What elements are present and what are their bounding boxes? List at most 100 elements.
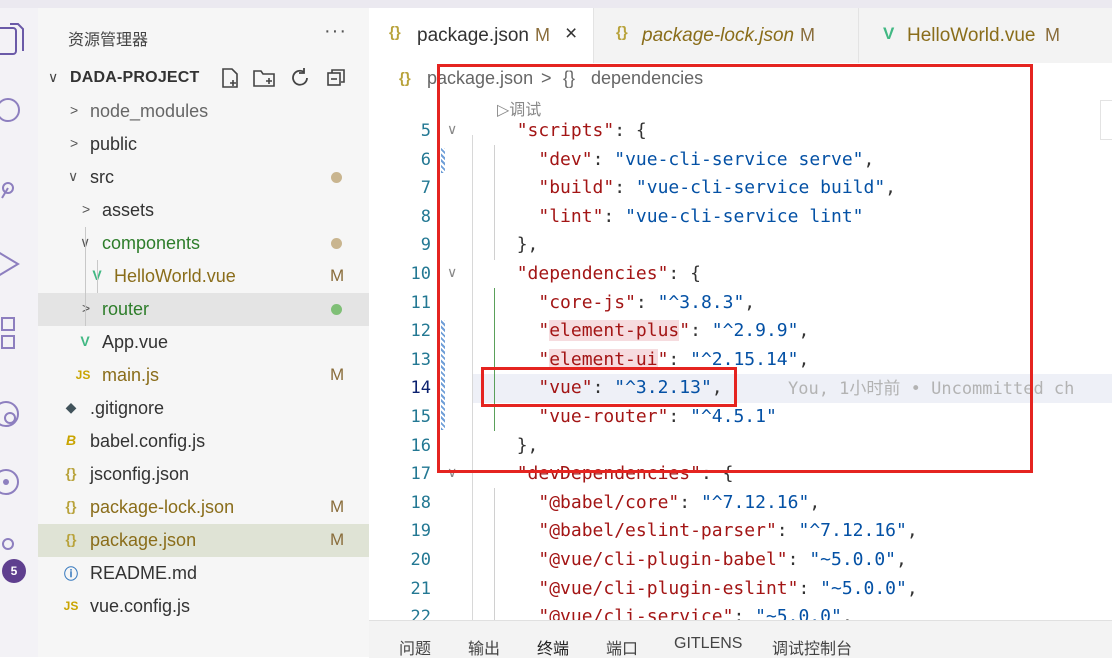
tree-item-label: node_modules	[90, 101, 209, 121]
tree-item-label: .gitignore	[90, 398, 165, 418]
chevron-right-icon: >	[82, 300, 91, 316]
line-number: 20	[410, 550, 431, 570]
editor-tabs: {} package.json M × {} package-lock.json…	[369, 8, 1112, 63]
info-icon: ⓘ	[64, 566, 78, 582]
title-strip	[0, 0, 1112, 8]
tab-package-lock-json[interactable]: {} package-lock.json M	[594, 8, 859, 63]
tab-package-json[interactable]: {} package.json M ×	[369, 8, 594, 63]
annotation-box-large	[437, 64, 1033, 473]
tree-item-label: components	[102, 233, 201, 253]
line-number: 18	[410, 492, 431, 513]
close-icon[interactable]: ×	[565, 22, 577, 46]
notification-badge: 5	[2, 559, 26, 583]
tree-item-helloworld-vue[interactable]: V HelloWorld.vue M	[38, 260, 369, 293]
json-file-icon: {}	[389, 24, 401, 41]
tab-label: package.json	[417, 25, 529, 46]
line-number: 17	[410, 464, 431, 485]
modified-status: M	[330, 530, 345, 549]
tree-item-package-lock[interactable]: {} package-lock.json M	[38, 491, 369, 524]
chevron-down-icon: ∨	[68, 168, 79, 184]
tree-item-label: HelloWorld.vue	[114, 266, 236, 286]
tree-item-app-vue[interactable]: V App.vue	[38, 326, 369, 359]
panel-bar: 问题 输出 终端 端口 GITLENS 调试控制台	[369, 620, 1112, 658]
code-line: 21 "@vue/cli-plugin-eslint": "~5.0.0",	[369, 575, 1112, 604]
search-icon[interactable]	[0, 94, 38, 134]
line-number: 15	[410, 407, 431, 427]
tree-item-babel-config[interactable]: B babel.config.js	[38, 425, 369, 458]
source-control-icon[interactable]	[0, 168, 38, 208]
panel-tab-debug-console[interactable]: 调试控制台	[772, 635, 852, 659]
line-number: 8	[420, 206, 431, 227]
remote-icon[interactable]	[0, 392, 38, 432]
tree-item-assets[interactable]: > assets	[38, 194, 369, 227]
code-text: "@vue/cli-plugin-babel": "~5.0.0",	[538, 549, 907, 570]
line-number: 9	[420, 235, 431, 256]
code-line: 22 "@vue/cli-service": "~5.0.0",	[369, 603, 1112, 620]
minimap-toggle[interactable]	[1100, 100, 1112, 140]
json-file-icon: {}	[65, 498, 77, 514]
gitlens-icon[interactable]	[0, 462, 38, 502]
panel-tab-problems[interactable]: 问题	[399, 635, 431, 659]
files-icon[interactable]	[0, 22, 38, 62]
refresh-icon[interactable]	[288, 66, 312, 90]
tree-item-src[interactable]: ∨ src	[38, 161, 369, 194]
new-folder-icon[interactable]	[252, 66, 276, 90]
line-number: 5	[420, 121, 431, 141]
untracked-dot	[331, 304, 342, 315]
line-number: 12	[410, 321, 431, 342]
tree-item-package-json[interactable]: {} package.json M	[38, 524, 369, 557]
modified-status: M	[1045, 25, 1060, 45]
project-name: DADA-PROJECT	[70, 69, 200, 86]
json-file-icon: {}	[65, 465, 77, 481]
tree-item-jsconfig[interactable]: {} jsconfig.json	[38, 458, 369, 491]
code-text: "@vue/cli-plugin-eslint": "~5.0.0",	[538, 577, 918, 599]
code-text: "@babel/eslint-parser": "^7.12.16",	[538, 520, 918, 542]
run-debug-icon[interactable]	[0, 244, 38, 284]
tree-item-public[interactable]: > public	[38, 128, 369, 161]
tab-helloworld-vue[interactable]: V HelloWorld.vue M	[859, 8, 1112, 63]
json-file-icon: {}	[616, 24, 628, 41]
tree-item-vue-config[interactable]: JS vue.config.js	[38, 590, 369, 623]
panel-tab-output[interactable]: 输出	[468, 635, 500, 659]
collapse-all-icon[interactable]	[324, 66, 348, 90]
tree-item-components[interactable]: ∨ components	[38, 227, 369, 260]
more-actions-icon[interactable]: ···	[324, 20, 347, 43]
tree-item-gitignore[interactable]: ◆ .gitignore	[38, 392, 369, 425]
tree-item-label: assets	[102, 200, 155, 220]
git-file-icon: ◆	[65, 399, 77, 415]
vue-file-icon: V	[80, 333, 90, 349]
code-text: "@babel/core": "^7.12.16",	[538, 491, 821, 513]
panel-tab-gitlens[interactable]: GITLENS	[674, 635, 742, 653]
line-number: 14	[410, 378, 431, 399]
tab-label: HelloWorld.vue	[907, 25, 1036, 46]
babel-file-icon: B	[65, 432, 77, 448]
tree-item-main-js[interactable]: JS main.js M	[38, 359, 369, 392]
line-number: 21	[410, 578, 431, 599]
extensions-icon[interactable]	[0, 314, 38, 354]
tree-item-label: package-lock.json	[90, 497, 235, 517]
js-file-icon: JS	[63, 599, 79, 613]
chevron-down-icon: ∨	[48, 69, 59, 85]
line-number: 19	[410, 521, 431, 542]
code-line: 18 "@babel/core": "^7.12.16",	[369, 489, 1112, 518]
vue-file-icon: V	[883, 24, 895, 43]
indent-guide	[85, 227, 86, 326]
project-header[interactable]: ∨ DADA-PROJECT	[38, 66, 369, 92]
modified-dot	[331, 172, 342, 183]
js-file-icon: JS	[75, 368, 91, 382]
new-file-icon[interactable]	[218, 66, 242, 90]
tree-item-readme[interactable]: ⓘ README.md	[38, 557, 369, 590]
tree-item-label: public	[90, 134, 138, 154]
tree-item-label: README.md	[90, 563, 198, 583]
tree-item-label: package.json	[90, 530, 197, 550]
indent-guide	[97, 260, 98, 293]
panel-tab-terminal[interactable]: 终端	[537, 635, 569, 659]
explorer-sidebar: 资源管理器 ··· ∨ DADA-PROJECT > node_modules …	[38, 8, 369, 657]
activity-bar: 5	[0, 8, 38, 657]
tree-item-node-modules[interactable]: > node_modules	[38, 95, 369, 128]
tree-item-router[interactable]: > router	[38, 293, 369, 326]
panel-tab-ports[interactable]: 端口	[606, 635, 638, 659]
modified-status: M	[330, 365, 345, 384]
json-file-icon: {}	[65, 531, 77, 547]
json-file-icon: {}	[399, 70, 411, 87]
